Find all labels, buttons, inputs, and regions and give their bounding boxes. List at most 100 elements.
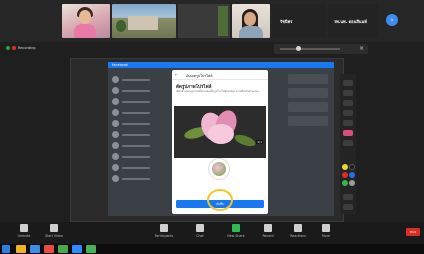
record-dot-icon (12, 46, 16, 50)
zoom-app-icon[interactable] (72, 245, 82, 253)
content-block (288, 116, 328, 126)
participant-name-tile[interactable]: รัชนีพร (272, 4, 326, 38)
zoom-meeting-window: รัชนีพร รพ.นพ. ดอนสีนนท์ › Recording × f… (0, 0, 424, 254)
meeting-controls: Unmute Start Video Participants Chat New… (0, 222, 424, 244)
shield-icon (6, 46, 10, 50)
end-meeting-button[interactable]: End (406, 228, 420, 236)
list-item (112, 118, 162, 129)
avatar (112, 87, 119, 94)
photo-leaf (233, 132, 257, 149)
text-line (122, 89, 150, 92)
avatar (112, 120, 119, 127)
avatar (212, 162, 226, 176)
avatar (112, 164, 119, 171)
text-icon[interactable] (343, 100, 353, 106)
control-label: New Share (227, 234, 245, 238)
control-label: More (322, 234, 330, 238)
avatar (112, 131, 119, 138)
text-line (122, 166, 150, 169)
control-label: Start Video (45, 234, 63, 238)
text-line (122, 177, 150, 180)
close-icon[interactable]: × (359, 45, 364, 52)
recording-label: Recording (18, 46, 36, 50)
more-button[interactable]: More (308, 224, 344, 238)
mouse-icon[interactable] (343, 80, 353, 86)
windows-start-icon[interactable] (2, 245, 10, 253)
list-item (112, 162, 162, 173)
avatar (112, 109, 119, 116)
browser-icon[interactable] (30, 245, 40, 253)
avatar (112, 76, 119, 83)
video-icon (50, 224, 58, 232)
zoom-slider-knob[interactable] (296, 46, 301, 51)
dialog-header: ← อัปเดตรูปโปรไฟล์ (172, 70, 268, 80)
dialog-title: อัปเดตรูปโปรไฟล์ (186, 73, 213, 78)
profile-preview-avatar (208, 158, 230, 180)
stamp-icon[interactable] (343, 120, 353, 126)
text-line (122, 133, 150, 136)
recording-indicator[interactable]: Recording (6, 46, 36, 50)
spotlight-icon[interactable] (343, 130, 353, 136)
annotation-toolbar (340, 74, 356, 214)
eraser-icon[interactable] (343, 140, 353, 146)
start-video-button[interactable]: Start Video (36, 224, 72, 238)
app-icon[interactable] (58, 245, 68, 253)
color-red[interactable] (342, 172, 348, 178)
avatar (112, 98, 119, 105)
participant-video[interactable] (178, 4, 230, 38)
list-item (112, 74, 162, 85)
save-icon[interactable] (343, 204, 353, 210)
select-icon[interactable] (343, 90, 353, 96)
color-green[interactable] (342, 180, 348, 186)
web-header-title: facebook (112, 62, 128, 67)
participant-video[interactable] (112, 4, 176, 38)
annotation-circle (207, 189, 233, 211)
participant-display-name: รัชนีพร (280, 19, 293, 24)
list-item (112, 173, 162, 184)
participant-strip: รัชนีพร รพ.นพ. ดอนสีนนท์ › (0, 0, 424, 42)
dialog-description: เลือกส่วนของรูปภาพที่จะแสดงเป็นรูปโปรไฟล… (176, 90, 259, 93)
list-item (112, 96, 162, 107)
participant-background-plant (218, 6, 228, 36)
avatar (112, 142, 119, 149)
photo-counter: 1/1 (256, 140, 263, 144)
zoom-slider[interactable] (280, 48, 340, 50)
app-icon[interactable] (44, 245, 54, 253)
new-share-button[interactable]: New Share (218, 224, 254, 238)
line-app-icon[interactable] (86, 245, 96, 253)
chevron-right-icon[interactable]: › (386, 14, 398, 26)
control-label: Chat (196, 234, 204, 238)
text-line (122, 100, 150, 103)
arrow-left-icon[interactable]: ← (175, 72, 178, 77)
dialog-heading: ตัดรูปภาพโปรไฟล์ (176, 85, 212, 90)
avatar (112, 175, 119, 182)
participants-button[interactable]: Participants (146, 224, 182, 238)
undo-icon[interactable] (343, 194, 353, 200)
share-toolbar: × (274, 44, 368, 54)
participant-video[interactable] (232, 4, 270, 38)
chat-button[interactable]: Chat (182, 224, 218, 238)
text-line (122, 78, 150, 81)
file-explorer-icon[interactable] (16, 245, 26, 253)
participant-video[interactable] (62, 4, 110, 38)
web-right-column (288, 74, 328, 204)
list-item (112, 151, 162, 162)
participant-background-building (128, 16, 158, 30)
color-yellow[interactable] (342, 164, 348, 170)
color-blue[interactable] (349, 172, 355, 178)
draw-icon[interactable] (343, 110, 353, 116)
participant-shirt (239, 26, 263, 38)
text-line (122, 122, 150, 125)
more-icon (322, 224, 330, 232)
chat-icon (196, 224, 204, 232)
color-black[interactable] (349, 164, 355, 170)
profile-photo-crop-area[interactable]: 1/1 (174, 106, 266, 158)
participant-name-tile[interactable]: รพ.นพ. ดอนสีนนท์ (328, 4, 378, 38)
list-item (112, 140, 162, 151)
web-sidebar (112, 74, 162, 214)
content-block (288, 74, 328, 84)
smile-icon (294, 224, 302, 232)
color-gray[interactable] (349, 180, 355, 186)
list-item (112, 85, 162, 96)
content-block (288, 88, 328, 98)
